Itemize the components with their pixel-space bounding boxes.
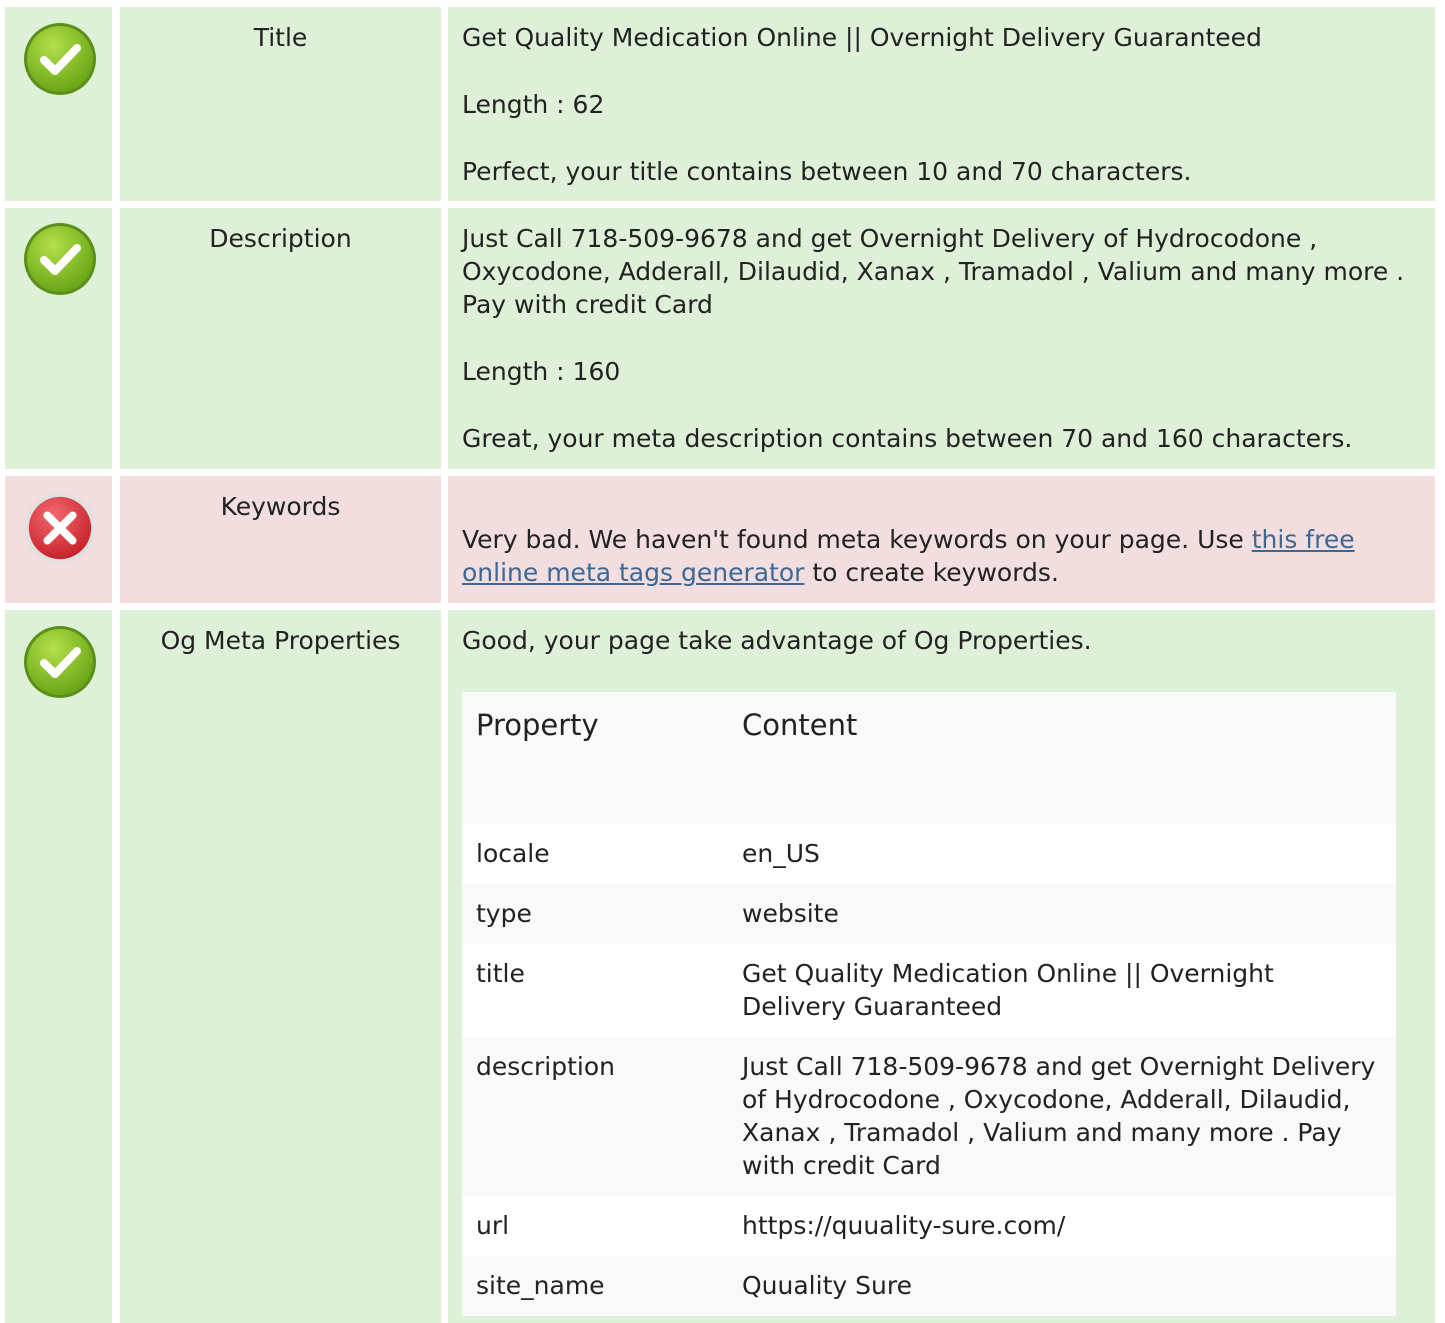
- og-property-cell: site_name: [462, 1256, 728, 1316]
- keywords-row: Keywords Very bad. We haven't found meta…: [0, 476, 1445, 603]
- check-circle-icon: [24, 23, 96, 95]
- keywords-verdict-before: Very bad. We haven't found meta keywords…: [462, 525, 1252, 554]
- og-table-header-row: Property Content: [462, 692, 1396, 824]
- table-row: type website: [462, 884, 1396, 944]
- keywords-status-cell: [5, 476, 112, 603]
- og-verdict: Good, your page take advantage of Og Pro…: [462, 626, 1092, 655]
- check-circle-icon: [24, 626, 96, 698]
- table-row: locale en_US: [462, 824, 1396, 884]
- description-label: Description: [209, 224, 352, 253]
- title-row: Title Get Quality Medication Online || O…: [0, 7, 1445, 201]
- og-header-property: Property: [462, 692, 728, 824]
- description-length: Length : 160: [462, 357, 621, 386]
- og-property-cell: description: [462, 1037, 728, 1196]
- og-content-cell: Get Quality Medication Online || Overnig…: [728, 944, 1396, 1037]
- og-property-cell: url: [462, 1196, 728, 1256]
- og-content-cell: Quuality Sure: [728, 1256, 1396, 1316]
- title-label: Title: [253, 23, 308, 52]
- og-property-cell: type: [462, 884, 728, 944]
- og-label: Og Meta Properties: [160, 626, 401, 655]
- og-content-cell: https://quuality-sure.com/: [728, 1196, 1396, 1256]
- keywords-verdict-after: to create keywords.: [804, 558, 1059, 587]
- og-property-cell: title: [462, 944, 728, 1037]
- table-row: description Just Call 718-509-9678 and g…: [462, 1037, 1396, 1196]
- description-verdict: Great, your meta description contains be…: [462, 424, 1353, 453]
- table-row: site_name Quuality Sure: [462, 1256, 1396, 1316]
- og-content-cell: website: [728, 884, 1396, 944]
- og-properties-row: Og Meta Properties Good, your page take …: [0, 610, 1445, 1323]
- og-content-cell: en_US: [728, 824, 1396, 884]
- og-label-cell: Og Meta Properties: [120, 610, 441, 1323]
- og-header-content: Content: [728, 692, 1396, 824]
- keywords-label-cell: Keywords: [120, 476, 441, 603]
- title-content-cell: Get Quality Medication Online || Overnig…: [448, 7, 1435, 201]
- og-content-cell: Just Call 718-509-9678 and get Overnight…: [728, 1037, 1396, 1196]
- title-label-cell: Title: [120, 7, 441, 201]
- og-status-cell: [5, 610, 112, 1323]
- description-value: Just Call 718-509-9678 and get Overnight…: [462, 224, 1405, 319]
- og-content-cell: Good, your page take advantage of Og Pro…: [448, 610, 1435, 1323]
- title-status-cell: [5, 7, 112, 201]
- x-circle-icon: [24, 492, 96, 564]
- og-property-cell: locale: [462, 824, 728, 884]
- title-value: Get Quality Medication Online || Overnig…: [462, 23, 1262, 52]
- description-label-cell: Description: [120, 208, 441, 469]
- keywords-label: Keywords: [220, 492, 341, 521]
- check-circle-icon: [24, 223, 96, 295]
- keywords-verdict: Very bad. We haven't found meta keywords…: [462, 523, 1421, 589]
- title-verdict: Perfect, your title contains between 10 …: [462, 157, 1192, 186]
- title-length: Length : 62: [462, 90, 605, 119]
- description-status-cell: [5, 208, 112, 469]
- table-row: url https://quuality-sure.com/: [462, 1196, 1396, 1256]
- description-content-cell: Just Call 718-509-9678 and get Overnight…: [448, 208, 1435, 469]
- keywords-content-cell: Very bad. We haven't found meta keywords…: [448, 476, 1435, 603]
- table-row: title Get Quality Medication Online || O…: [462, 944, 1396, 1037]
- og-properties-table: Property Content locale en_US type websi…: [462, 692, 1396, 1316]
- description-row: Description Just Call 718-509-9678 and g…: [0, 208, 1445, 469]
